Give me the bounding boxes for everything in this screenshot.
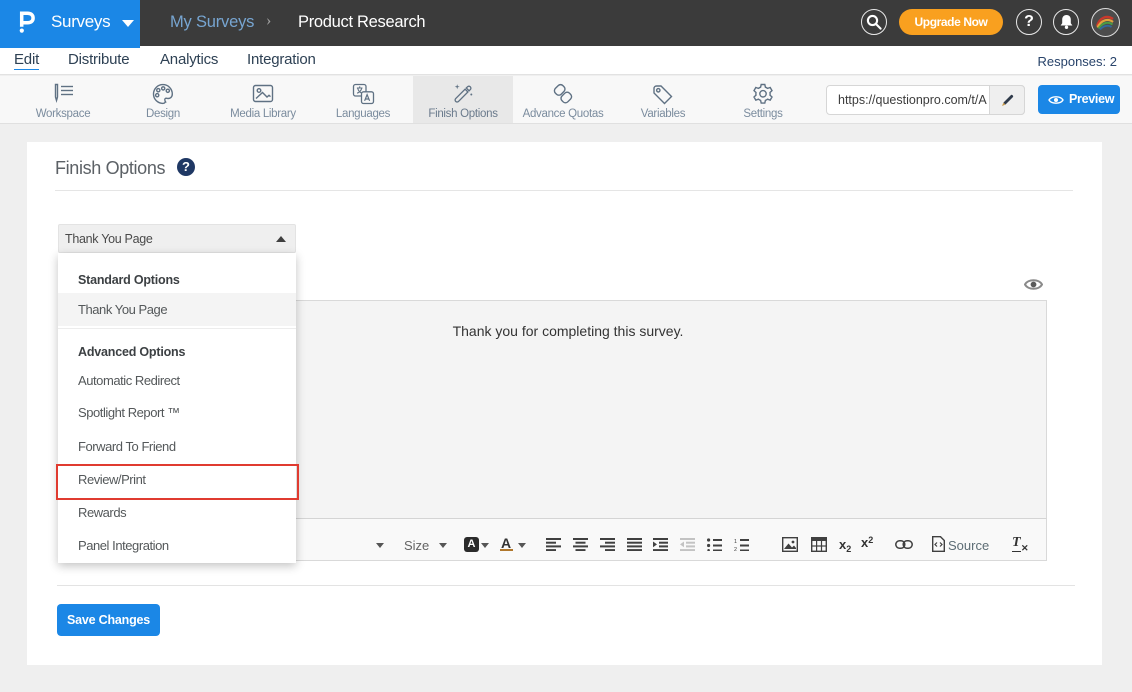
svg-text:1: 1 (734, 539, 737, 545)
svg-text:2: 2 (734, 547, 737, 551)
